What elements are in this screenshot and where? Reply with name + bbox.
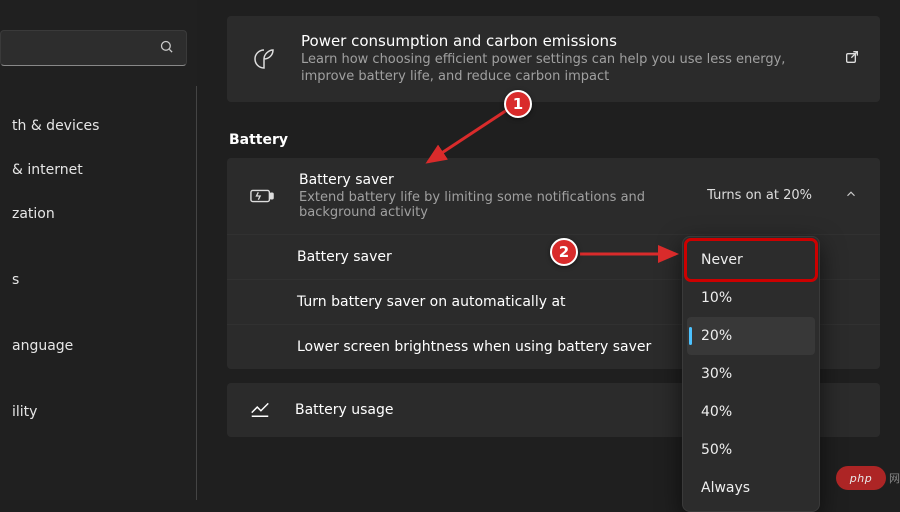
search-input[interactable]	[0, 30, 187, 66]
dropdown-option[interactable]: Always	[687, 469, 815, 507]
sidebar-item-accessibility[interactable]: ility	[0, 392, 190, 432]
battery-saver-row[interactable]: Battery saver Extend battery life by lim…	[227, 158, 880, 235]
dropdown-option[interactable]: 40%	[687, 393, 815, 431]
dropdown-option[interactable]: 20%	[687, 317, 815, 355]
leaf-icon	[251, 47, 277, 71]
battery-saver-icon	[249, 187, 275, 205]
battery-saver-title: Battery saver	[299, 172, 683, 188]
chart-icon	[249, 397, 271, 423]
sidebar-item-label: & internet	[12, 162, 83, 178]
dropdown-option[interactable]: 10%	[687, 279, 815, 317]
sidebar-item-label: anguage	[12, 338, 73, 354]
sidebar: th & devices & internet zation s anguage…	[0, 0, 197, 500]
sidebar-item-network[interactable]: & internet	[0, 150, 190, 190]
auto-threshold-dropdown[interactable]: Never10%20%30%40%50%Always	[682, 236, 820, 512]
battery-usage-title: Battery usage	[295, 402, 394, 418]
watermark-text: 网	[889, 470, 900, 486]
chevron-up-icon	[844, 186, 858, 205]
open-external-icon	[844, 49, 860, 69]
sidebar-item-language[interactable]: anguage	[0, 326, 190, 366]
dropdown-option[interactable]: 30%	[687, 355, 815, 393]
power-card-title: Power consumption and carbon emissions	[301, 32, 820, 50]
dropdown-option[interactable]: 50%	[687, 431, 815, 469]
watermark-badge: php	[836, 466, 886, 490]
annotation-bubble-1: 1	[504, 90, 532, 118]
annotation-bubble-2: 2	[550, 238, 578, 266]
battery-section-header: Battery	[229, 132, 880, 148]
search-icon	[159, 39, 174, 58]
sidebar-item-label: zation	[12, 206, 55, 222]
battery-saver-desc: Extend battery life by limiting some not…	[299, 190, 683, 220]
power-emissions-card[interactable]: Power consumption and carbon emissions L…	[227, 16, 880, 102]
sidebar-nav: th & devices & internet zation s anguage…	[0, 86, 197, 500]
sidebar-item-personalization[interactable]: zation	[0, 194, 190, 234]
power-card-desc: Learn how choosing efficient power setti…	[301, 52, 820, 86]
sidebar-item-label: s	[12, 272, 19, 288]
sidebar-item-devices[interactable]: th & devices	[0, 106, 190, 146]
sidebar-item-label: ility	[12, 404, 37, 420]
sidebar-item-label: th & devices	[12, 118, 99, 134]
dropdown-option[interactable]: Never	[687, 241, 815, 279]
sidebar-item-apps[interactable]: s	[0, 260, 190, 300]
battery-saver-status: Turns on at 20%	[707, 188, 812, 203]
